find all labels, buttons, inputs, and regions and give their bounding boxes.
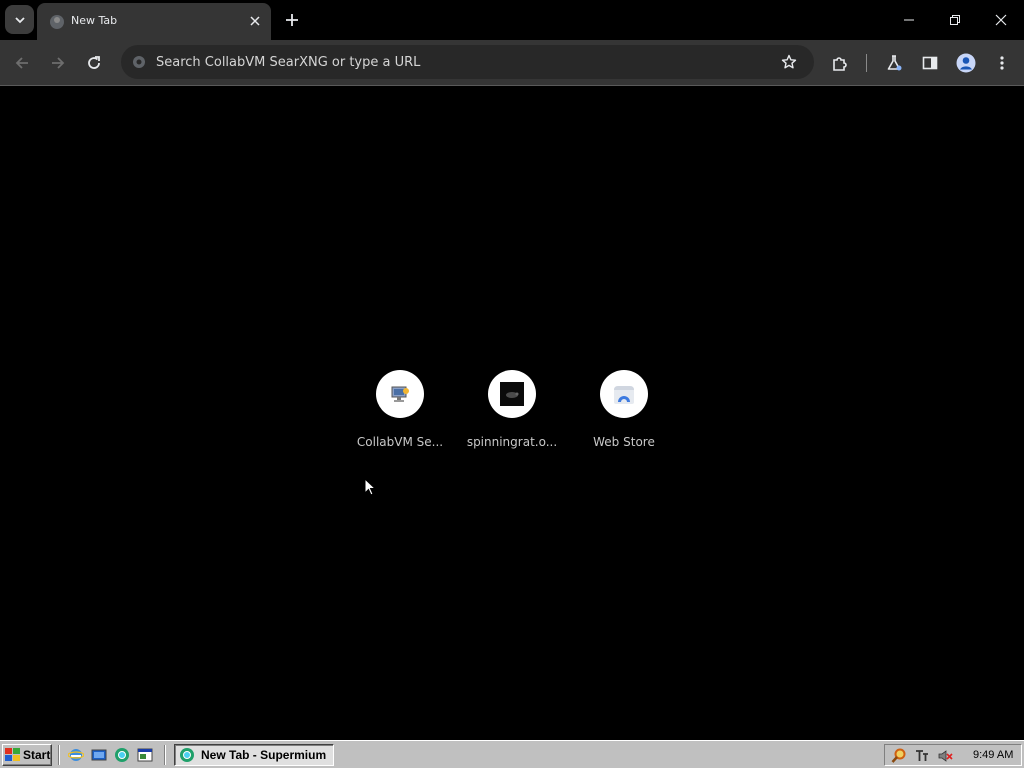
arrow-left-icon <box>15 57 28 69</box>
clock: 9:49 AM <box>973 749 1014 761</box>
chevron-down-icon <box>14 16 25 23</box>
mouse-cursor-icon <box>364 478 376 496</box>
show-desktop-icon[interactable] <box>91 747 107 763</box>
shortcut-icon-container <box>600 370 648 418</box>
taskbar-separator <box>164 745 166 765</box>
volume-muted-icon[interactable] <box>937 748 953 764</box>
tab-strip: New Tab <box>0 0 1024 40</box>
arrow-right-icon <box>52 57 65 69</box>
puzzle-icon <box>833 57 847 71</box>
shortcut-icon-container <box>376 370 424 418</box>
shortcut-web-store[interactable]: Web Store <box>568 370 680 462</box>
forward-button[interactable] <box>44 49 72 77</box>
shortcut-label: spinningrat.o... <box>466 435 558 449</box>
window-close-button[interactable] <box>978 0 1024 40</box>
close-icon <box>250 16 260 26</box>
supermium-icon <box>180 748 194 762</box>
toolbar-divider <box>866 54 867 72</box>
minimize-button[interactable] <box>886 0 932 40</box>
side-panel-icon <box>922 56 938 70</box>
taskbar-button-label: New Tab - Supermium <box>201 748 327 762</box>
search-tray-icon[interactable] <box>891 748 907 764</box>
tab-title: New Tab <box>71 14 118 27</box>
more-vertical-icon <box>1000 56 1004 70</box>
side-panel-button[interactable] <box>916 49 944 77</box>
collabvm-icon <box>391 386 409 402</box>
extensions-button[interactable] <box>826 49 854 77</box>
start-button[interactable]: Start <box>2 744 52 766</box>
internet-explorer-icon[interactable] <box>68 747 84 763</box>
new-tab-button[interactable] <box>280 8 304 32</box>
web-store-icon <box>614 386 634 404</box>
tab-new-tab[interactable]: New Tab <box>37 3 271 40</box>
taskbar: Start New Tab - Supermium 9:49 AM <box>0 740 1024 768</box>
supermium-quicklaunch-icon[interactable] <box>114 747 130 763</box>
profile-avatar-icon <box>956 53 976 73</box>
window-app-icon[interactable] <box>137 747 153 763</box>
taskbar-button-new-tab[interactable]: New Tab - Supermium <box>174 744 334 766</box>
minimize-icon <box>904 19 914 21</box>
back-button[interactable] <box>8 49 36 77</box>
bookmark-star-button[interactable] <box>778 51 800 73</box>
profile-button[interactable] <box>952 49 980 77</box>
globe-icon <box>50 15 64 29</box>
address-input[interactable] <box>156 53 756 71</box>
shortcut-label: Web Store <box>593 435 655 449</box>
restore-button[interactable] <box>932 0 978 40</box>
shortcut-spinningrat[interactable]: spinningrat.o... <box>456 370 568 462</box>
language-tray-icon[interactable] <box>914 748 930 764</box>
shortcut-collabvm[interactable]: CollabVM Se... <box>344 370 456 462</box>
browser-window: New Tab Search CollabVM SearXNG or type … <box>0 0 1024 740</box>
shortcut-icon-container <box>488 370 536 418</box>
quick-launch-separator <box>58 745 60 765</box>
star-icon <box>781 54 797 69</box>
reload-icon <box>88 56 100 69</box>
tab-search-button[interactable] <box>5 5 34 34</box>
shortcut-label: CollabVM Se... <box>356 435 444 449</box>
start-label: Start <box>23 748 51 762</box>
labs-button[interactable] <box>880 49 908 77</box>
restore-icon <box>950 15 960 25</box>
spinningrat-icon <box>500 382 524 406</box>
flask-icon <box>887 55 902 71</box>
tab-close-button[interactable] <box>246 12 264 30</box>
toolbar <box>0 40 1024 86</box>
close-icon <box>995 14 1007 26</box>
system-tray: 9:49 AM <box>884 744 1022 766</box>
plus-icon <box>286 14 298 26</box>
windows-logo-icon <box>5 748 21 762</box>
search-engine-icon <box>129 52 149 72</box>
menu-button[interactable] <box>988 49 1016 77</box>
address-bar[interactable] <box>121 45 814 79</box>
reload-button[interactable] <box>80 49 108 77</box>
